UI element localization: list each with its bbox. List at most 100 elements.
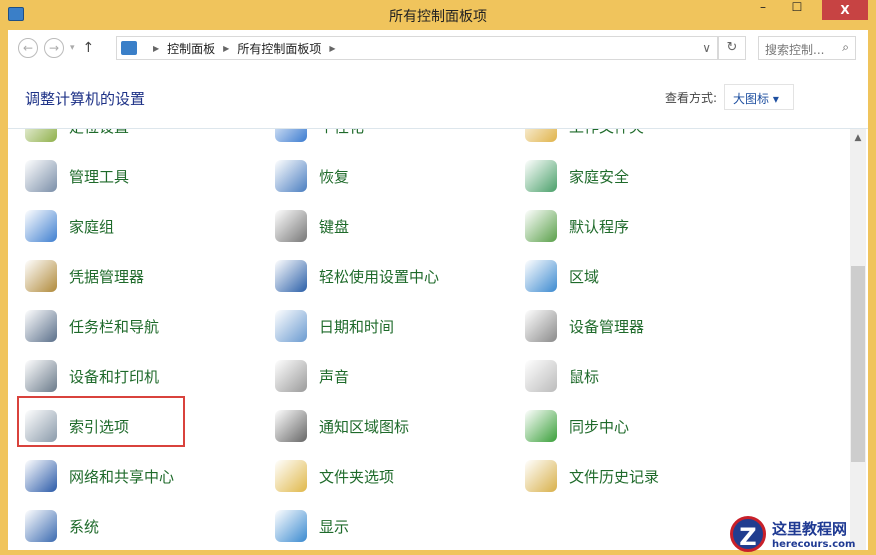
item-icon: [525, 260, 557, 292]
item-label: 声音: [319, 367, 350, 386]
control-panel-item[interactable]: 文件夹选项: [275, 451, 394, 501]
item-icon: [525, 360, 557, 392]
control-panel-item[interactable]: 凭据管理器: [25, 251, 144, 301]
item-icon: [25, 160, 57, 192]
item-icon: [275, 410, 307, 442]
item-label: 轻松使用设置中心: [319, 267, 440, 286]
item-label: 个性化: [319, 129, 364, 137]
title-bar: 所有控制面板项 – ☐ X: [0, 0, 876, 30]
item-label: 系统: [69, 517, 100, 536]
control-panel-item[interactable]: 默认程序: [525, 201, 629, 251]
item-icon: [25, 210, 57, 242]
item-label: 管理工具: [69, 167, 130, 186]
control-panel-item[interactable]: 通知区域图标: [275, 401, 409, 451]
scrollbar[interactable]: ▲: [850, 129, 866, 550]
control-panel-item[interactable]: 声音: [275, 351, 349, 401]
item-row: 系统 显示: [8, 501, 848, 550]
item-label: 设备管理器: [569, 317, 645, 336]
control-panel-item[interactable]: 日期和时间: [275, 301, 394, 351]
control-panel-item[interactable]: 家庭安全: [525, 151, 629, 201]
back-button[interactable]: ←: [18, 38, 38, 58]
watermark-url: herecours.com: [772, 538, 856, 550]
watermark: Z 这里教程网 herecours.com: [730, 512, 876, 555]
item-row: 凭据管理器 轻松使用设置中心 区域: [8, 251, 848, 301]
item-row: 定位设置 个性化 工作文件夹: [8, 129, 848, 151]
control-panel-item[interactable]: 显示: [275, 501, 349, 550]
item-row: 管理工具 恢复 家庭安全: [8, 151, 848, 201]
control-panel-item[interactable]: 键盘: [275, 201, 349, 251]
item-label: 工作文件夹: [569, 129, 644, 137]
item-label: 凭据管理器: [69, 267, 145, 286]
chevron-right-icon[interactable]: ▶: [329, 44, 335, 53]
item-label: 默认程序: [569, 217, 630, 236]
item-icon: [275, 260, 307, 292]
control-panel-icon: [121, 41, 137, 55]
close-button[interactable]: X: [822, 0, 868, 20]
item-label: 设备和打印机: [69, 367, 160, 386]
address-bar[interactable]: ▶ 控制面板 ▶ 所有控制面板项 ▶ ∨: [116, 36, 718, 60]
item-icon: [25, 460, 57, 492]
view-by-dropdown[interactable]: 大图标 ▾: [724, 84, 794, 110]
chevron-right-icon: ▶: [223, 43, 230, 53]
item-icon: [525, 129, 557, 142]
watermark-logo: Z: [730, 515, 766, 552]
item-icon: [275, 310, 307, 342]
control-panel-item[interactable]: 同步中心: [525, 401, 629, 451]
item-icon: [525, 310, 557, 342]
control-panel-item[interactable]: 系统: [25, 501, 99, 550]
item-row: 网络和共享中心 文件夹选项 文件历史记录: [8, 451, 848, 501]
search-placeholder: 搜索控制...: [765, 43, 825, 57]
item-icon: [525, 210, 557, 242]
control-panel-item[interactable]: 设备管理器: [525, 301, 644, 351]
up-button[interactable]: ↑: [83, 40, 95, 56]
explorer-window: ← → ▾ ↑ ▶ 控制面板 ▶ 所有控制面板项 ▶ ∨ ↻ 搜索控制... ⌕ …: [8, 30, 868, 550]
item-label: 日期和时间: [319, 317, 395, 336]
chevron-right-icon: ▶: [153, 43, 160, 53]
item-label: 显示: [319, 517, 350, 536]
item-icon: [525, 460, 557, 492]
control-panel-item[interactable]: 家庭组: [25, 201, 114, 251]
watermark-name: 这里教程网: [772, 519, 848, 538]
breadcrumb-control-panel[interactable]: 控制面板: [167, 40, 215, 57]
control-panel-item[interactable]: 鼠标: [525, 351, 599, 401]
item-icon: [275, 160, 307, 192]
item-icon: [275, 210, 307, 242]
control-panel-item[interactable]: 管理工具: [25, 151, 129, 201]
control-panel-item[interactable]: 工作文件夹: [525, 129, 644, 151]
control-panel-item[interactable]: 区域: [525, 251, 599, 301]
item-label: 鼠标: [569, 367, 600, 386]
control-panel-item[interactable]: 文件历史记录: [525, 451, 659, 501]
window-title: 所有控制面板项: [389, 9, 487, 25]
refresh-button[interactable]: ↻: [718, 36, 746, 60]
item-label: 键盘: [319, 217, 350, 236]
scroll-up-arrow[interactable]: ▲: [850, 133, 866, 143]
items-panel: 定位设置 个性化 工作文件夹管理工具 恢复 家庭安全家庭组 键盘 默认程序凭据管理器 轻松使用…: [8, 128, 868, 550]
item-label: 家庭组: [69, 217, 115, 236]
item-icon: [525, 410, 557, 442]
item-icon: [275, 460, 307, 492]
control-panel-item[interactable]: 轻松使用设置中心: [275, 251, 439, 301]
address-dropdown[interactable]: ∨: [702, 41, 711, 55]
minimize-button[interactable]: –: [752, 0, 774, 20]
item-label: 恢复: [319, 167, 350, 186]
item-icon: [25, 310, 57, 342]
search-input[interactable]: 搜索控制... ⌕: [758, 36, 856, 60]
forward-button[interactable]: →: [44, 38, 64, 58]
item-icon: [275, 510, 307, 542]
control-panel-item[interactable]: 定位设置: [25, 129, 129, 151]
control-panel-item[interactable]: 网络和共享中心: [25, 451, 174, 501]
breadcrumb-all-items[interactable]: 所有控制面板项: [237, 40, 321, 57]
item-row: 设备和打印机 声音 鼠标: [8, 351, 848, 401]
item-row: 家庭组 键盘 默认程序: [8, 201, 848, 251]
scroll-thumb[interactable]: [851, 266, 865, 462]
control-panel-item[interactable]: 恢复: [275, 151, 349, 201]
item-label: 网络和共享中心: [69, 467, 175, 486]
control-panel-item[interactable]: 设备和打印机: [25, 351, 159, 401]
control-panel-item[interactable]: 个性化: [275, 129, 364, 151]
maximize-button[interactable]: ☐: [786, 0, 808, 20]
control-panel-item[interactable]: 任务栏和导航: [25, 301, 159, 351]
item-label: 任务栏和导航: [69, 317, 160, 336]
highlight-box: [17, 396, 185, 447]
item-label: 文件夹选项: [319, 467, 395, 486]
recent-locations-button[interactable]: ▾: [70, 43, 75, 53]
